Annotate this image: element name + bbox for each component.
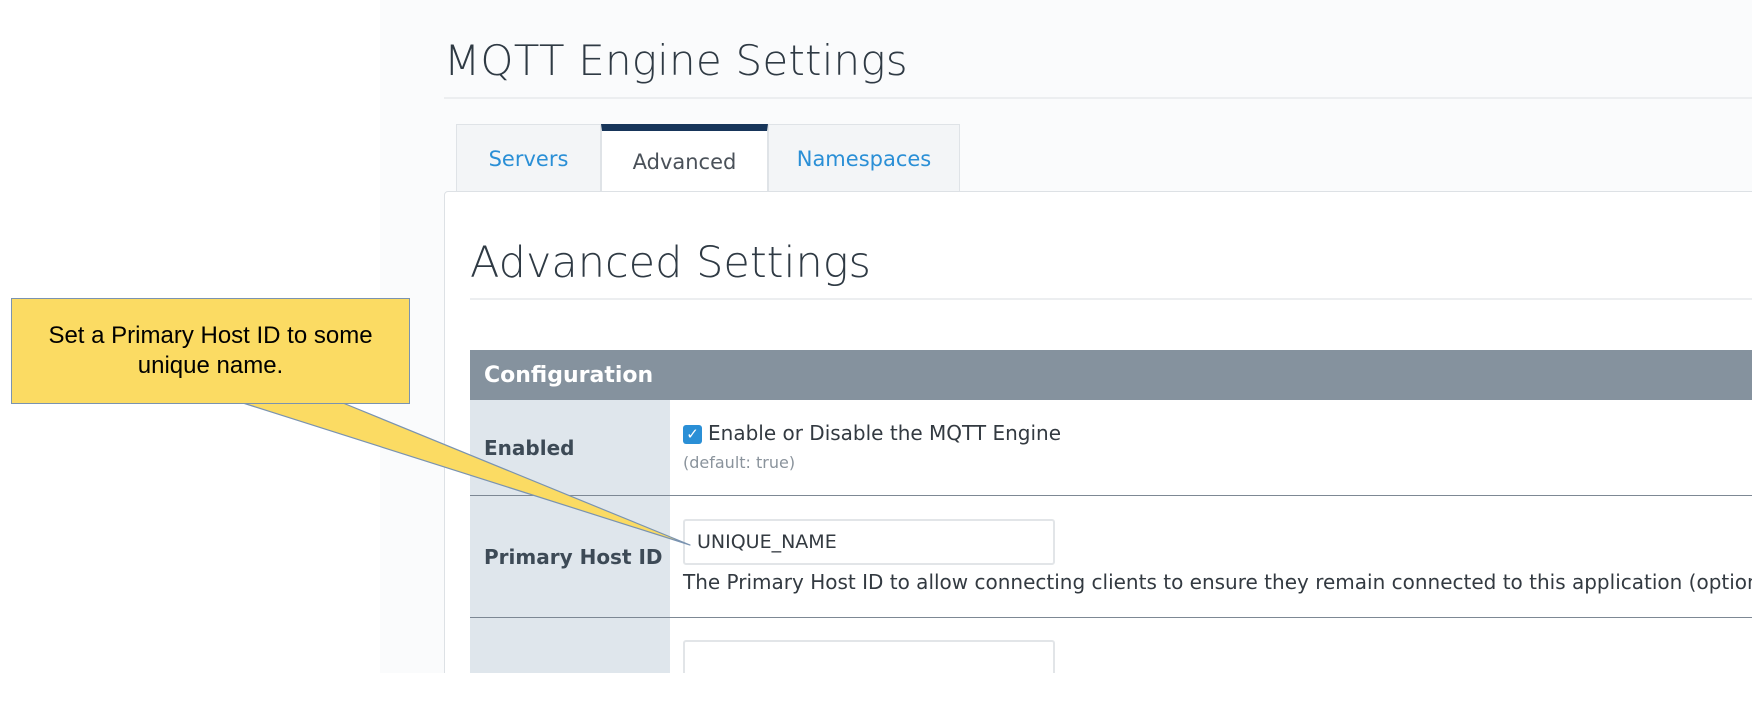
callout-text: Set a Primary Host ID to some unique nam… [48, 322, 373, 379]
callout-box: Set a Primary Host ID to some unique nam… [11, 298, 410, 404]
